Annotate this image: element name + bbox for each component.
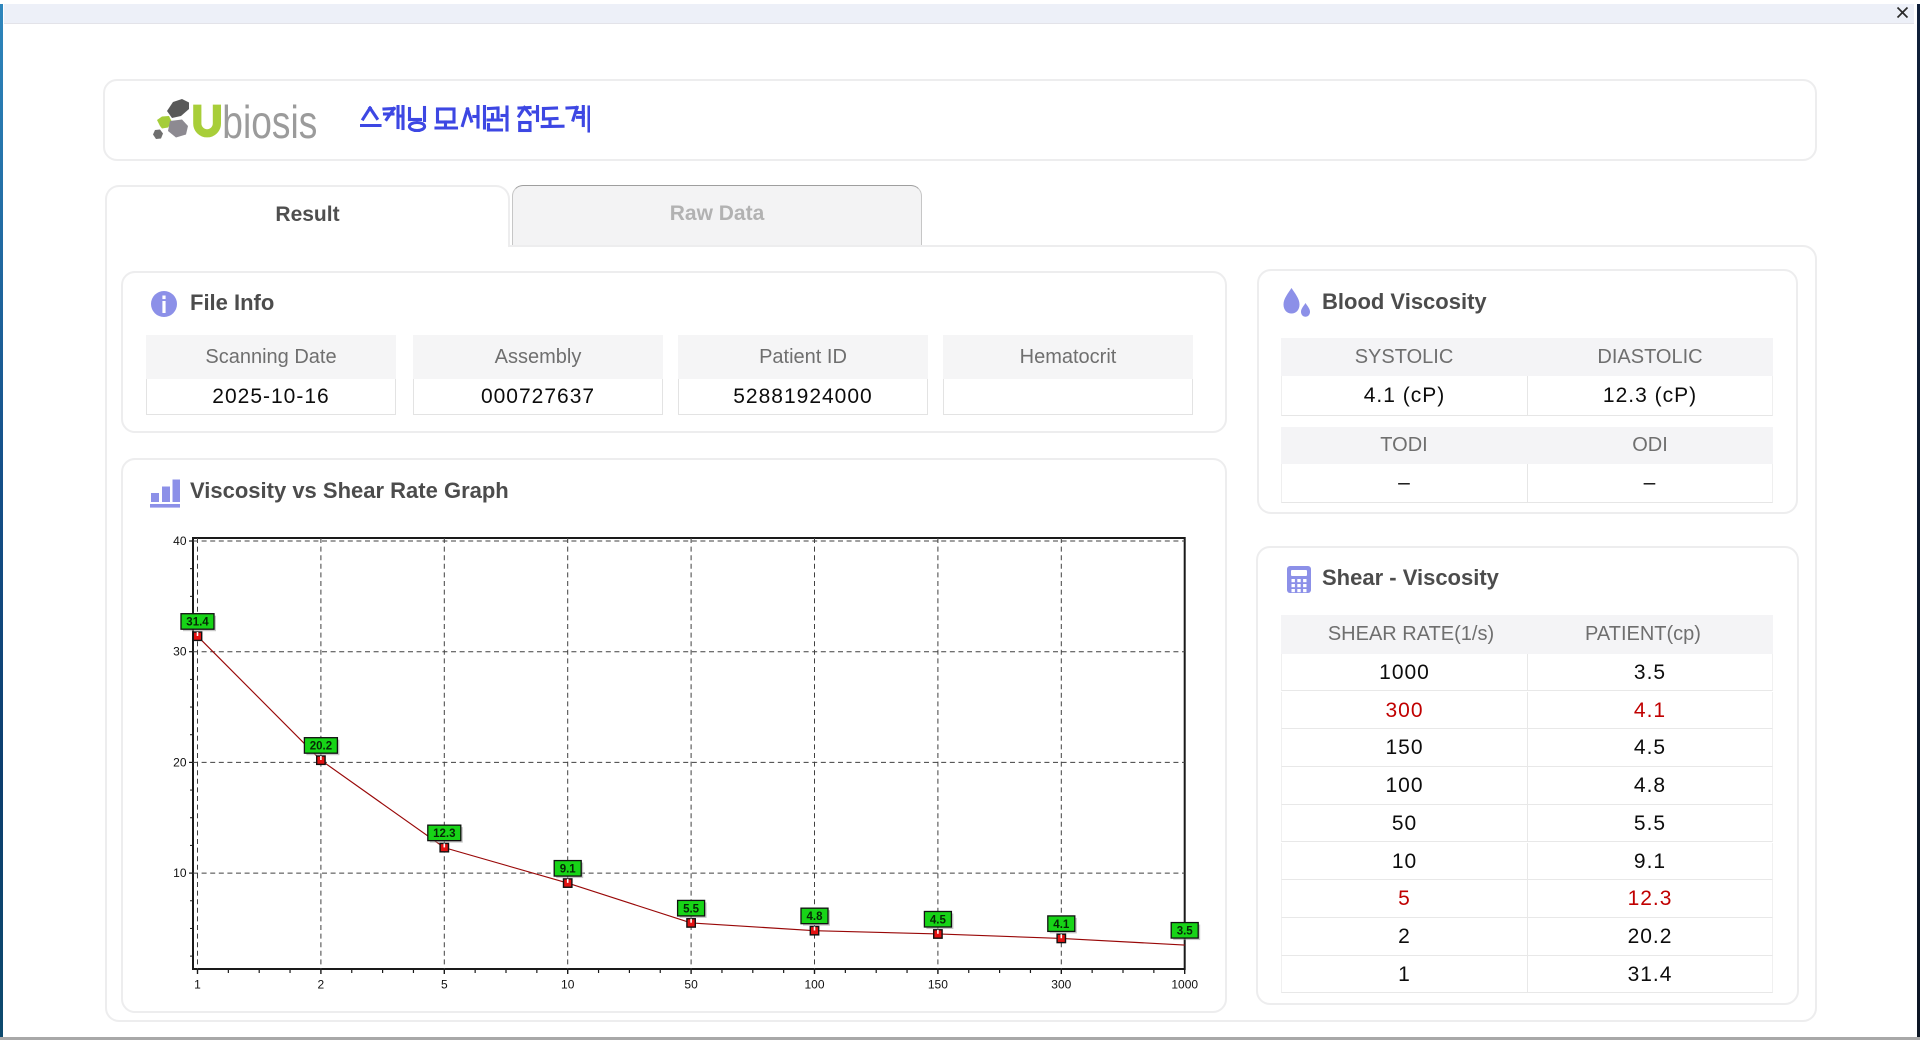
svg-text:4.8: 4.8 [807,911,824,923]
svg-text:1: 1 [194,978,201,992]
svg-text:9.1: 9.1 [560,864,577,876]
svg-text:12.3: 12.3 [433,828,455,840]
svg-text:300: 300 [1051,978,1071,992]
svg-text:5: 5 [441,978,448,992]
svg-text:3.5: 3.5 [1177,926,1194,938]
svg-text:31.4: 31.4 [186,617,209,629]
svg-text:4.1: 4.1 [1053,919,1070,931]
svg-text:20.2: 20.2 [310,741,332,753]
svg-text:5.5: 5.5 [683,903,700,915]
svg-text:biosis: biosis [222,96,317,146]
svg-text:40: 40 [173,534,187,548]
svg-text:150: 150 [928,978,948,992]
svg-text:30: 30 [173,645,187,659]
svg-text:100: 100 [804,978,824,992]
svg-text:10: 10 [561,978,575,992]
svg-text:50: 50 [684,978,698,992]
svg-text:20: 20 [173,755,187,769]
svg-text:4.5: 4.5 [930,914,947,926]
svg-text:1000: 1000 [1171,978,1198,992]
svg-text:10: 10 [173,866,187,880]
svg-text:2: 2 [318,978,325,992]
